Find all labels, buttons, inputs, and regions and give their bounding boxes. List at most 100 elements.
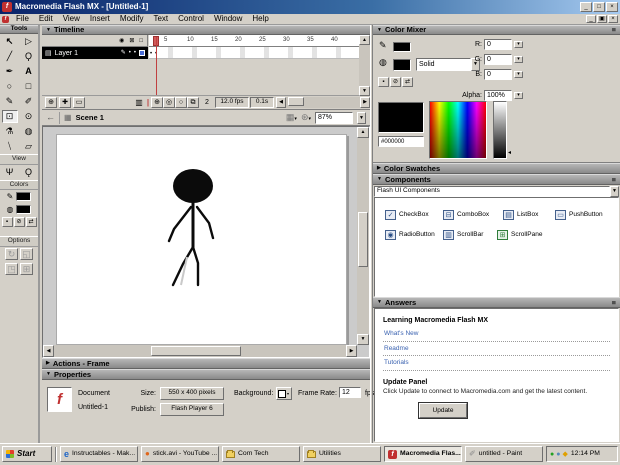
eyedropper-tool[interactable]: ⧹ <box>2 140 18 153</box>
color-swatches-header[interactable]: ▶ Color Swatches <box>373 163 620 174</box>
menu-window[interactable]: Window <box>209 14 247 24</box>
readme-link[interactable]: Readme <box>383 342 610 357</box>
menu-edit[interactable]: Edit <box>34 14 58 24</box>
fill-color-chip[interactable] <box>16 205 31 214</box>
whats-new-link[interactable]: What's New <box>383 327 610 342</box>
layer-lock-dot[interactable]: • <box>134 50 136 56</box>
color-spectrum-picker[interactable] <box>429 101 487 159</box>
mixer-swap-colors-button[interactable]: ⇄ <box>402 77 413 87</box>
timeline-scroll-thumb[interactable] <box>288 97 304 106</box>
g-input[interactable] <box>484 54 512 65</box>
tray-volume-icon[interactable]: ◆ <box>562 451 567 458</box>
lasso-tool[interactable]: Ϙ <box>21 50 37 63</box>
mixer-fill-color-chip[interactable] <box>393 59 411 71</box>
task-macromedia-flash[interactable]: f Macromedia Flas... <box>384 446 462 462</box>
child-close-button[interactable]: × <box>608 15 618 23</box>
panel-options-icon[interactable]: ≡ <box>612 299 616 307</box>
alpha-input[interactable] <box>484 90 512 101</box>
component-checkbox[interactable]: ✓ CheckBox <box>385 210 429 220</box>
edit-scene-button[interactable]: ▦▾ <box>286 113 297 122</box>
component-radiobutton[interactable]: ◉ RadioButton <box>385 230 435 240</box>
update-button[interactable]: Update <box>419 403 467 418</box>
brightness-marker-icon[interactable]: ◂ <box>508 150 511 156</box>
option-scale-button[interactable]: ◱ <box>20 248 33 260</box>
panel-options-icon[interactable]: ≡ <box>612 176 616 184</box>
onion-skin-button[interactable]: ◎ <box>163 97 175 108</box>
menu-text[interactable]: Text <box>148 14 173 24</box>
tray-messenger-icon[interactable]: ● <box>550 451 554 458</box>
layer-visible-dot[interactable]: • <box>129 50 131 56</box>
pen-tool[interactable]: ✒ <box>2 65 18 78</box>
pencil-tool[interactable]: ✎ <box>2 95 18 108</box>
back-arrow-icon[interactable]: ← <box>46 113 55 122</box>
component-scrollbar[interactable]: ▥ ScrollBar <box>443 230 483 240</box>
g-stepper-icon[interactable]: ▾ <box>514 56 523 63</box>
start-button[interactable]: Start <box>2 446 52 462</box>
component-listbox[interactable]: ▤ ListBox <box>503 210 538 220</box>
task-untitled-paint[interactable]: ✐ untitled - Paint <box>465 446 543 462</box>
b-input[interactable] <box>484 69 512 80</box>
delete-layer-button[interactable]: ▥ <box>133 97 145 108</box>
paint-bucket-tool[interactable]: ◍ <box>21 125 37 138</box>
option-rotate-button[interactable]: ↻ <box>5 248 18 260</box>
menu-view[interactable]: View <box>58 14 85 24</box>
hand-tool[interactable]: Ψ <box>2 166 18 179</box>
alpha-stepper-icon[interactable]: ▾ <box>514 92 523 99</box>
child-restore-button[interactable]: ▣ <box>597 15 607 23</box>
task-com-tech[interactable]: Com Tech <box>222 446 300 462</box>
stage-scroll-up-icon[interactable]: ▲ <box>357 127 369 138</box>
fill-transform-tool[interactable]: ⊙ <box>21 110 37 123</box>
stage-canvas[interactable] <box>56 134 347 345</box>
task-instructables[interactable]: e Instructables - Mak... <box>60 446 138 462</box>
menu-help[interactable]: Help <box>247 14 273 24</box>
oval-tool[interactable]: ○ <box>2 80 18 93</box>
child-minimize-button[interactable]: _ <box>586 15 596 23</box>
document-icon[interactable]: f <box>2 16 9 23</box>
components-header[interactable]: ▼ Components ≡ <box>373 174 620 185</box>
arrow-tool[interactable]: ↖ <box>2 35 18 48</box>
frame-ruler[interactable]: 5 10 15 20 25 30 35 40 <box>149 35 359 47</box>
stage-scroll-down-icon[interactable]: ▼ <box>357 334 369 345</box>
scroll-up-icon[interactable]: ▲ <box>359 35 370 45</box>
tray-network-icon[interactable]: ● <box>556 451 560 458</box>
color-mixer-header[interactable]: ▼ Color Mixer ≡ <box>373 25 620 35</box>
motion-guide-button[interactable]: ✚ <box>59 97 71 108</box>
scroll-down-icon[interactable]: ▼ <box>359 86 370 96</box>
option-envelope-button[interactable]: ⊞ <box>20 263 33 275</box>
onion-outline-button[interactable]: ○ <box>175 97 187 108</box>
panel-options-icon[interactable]: ≡ <box>612 26 616 34</box>
stage-h-scroll-thumb[interactable] <box>151 346 241 356</box>
timeline-vertical-scrollbar[interactable]: ▲ ▼ <box>359 35 370 96</box>
menu-control[interactable]: Control <box>173 14 209 24</box>
minimize-button[interactable]: _ <box>580 2 592 12</box>
component-scrollpane[interactable]: ⊞ ScrollPane <box>497 230 542 240</box>
no-color-button[interactable]: ⊘ <box>14 217 25 227</box>
mixer-no-color-button[interactable]: ⊘ <box>390 77 401 87</box>
stage-scroll-left-icon[interactable]: ◀ <box>43 345 54 357</box>
text-tool[interactable]: A <box>21 65 37 78</box>
lock-icon[interactable]: ⊠ <box>129 38 134 44</box>
menu-modify[interactable]: Modify <box>115 14 149 24</box>
size-button[interactable]: 550 x 400 pixels <box>160 387 224 400</box>
stage-v-scroll-thumb[interactable] <box>358 212 368 267</box>
zoom-tool[interactable]: Ǫ <box>21 166 37 179</box>
insert-folder-button[interactable]: ▭ <box>73 97 85 108</box>
show-hide-eye-icon[interactable]: ◉ <box>119 38 124 44</box>
rectangle-tool[interactable]: □ <box>21 80 37 93</box>
r-input[interactable] <box>484 39 512 50</box>
menu-insert[interactable]: Insert <box>85 14 115 24</box>
component-combobox[interactable]: ⊟ ComboBox <box>443 210 489 220</box>
background-color-button[interactable]: ▾ <box>276 387 292 400</box>
stage-scroll-right-icon[interactable]: ▶ <box>346 345 357 357</box>
default-colors-button[interactable]: ▪ <box>2 217 13 227</box>
option-distort-button[interactable]: ◳ <box>5 263 18 275</box>
scene-name[interactable]: Scene 1 <box>76 114 104 122</box>
maximize-button[interactable]: □ <box>593 2 605 12</box>
component-set-dropdown-icon[interactable]: ▼ <box>610 186 619 197</box>
task-utilities[interactable]: Utilities <box>303 446 381 462</box>
center-frame-button[interactable]: ⊕ <box>151 97 163 108</box>
tutorials-link[interactable]: Tutorials <box>383 356 610 371</box>
task-stick-avi[interactable]: ● stick.avi - YouTube ... <box>141 446 219 462</box>
swap-colors-button[interactable]: ⇄ <box>26 217 37 227</box>
app-icon[interactable]: f <box>2 2 12 12</box>
